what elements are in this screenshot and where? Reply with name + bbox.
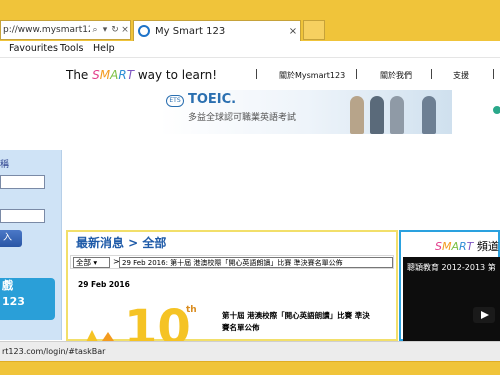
video-player[interactable]: 聰穎教育 2012-2013 第 [403, 257, 500, 341]
toeic-banner[interactable]: ETS TOEIC. 多益全球認可職業英語考試 [160, 90, 452, 134]
tagline-letter: T [126, 68, 135, 82]
username-label: 稱 [0, 160, 10, 170]
tagline-letter: R [118, 68, 127, 82]
person-figure [422, 96, 436, 134]
menu-favourites[interactable]: Favourites [9, 43, 58, 54]
tab-title: My Smart 123 [155, 25, 226, 37]
tab-mysmart[interactable]: My Smart 123 × [133, 20, 301, 41]
status-url: rt123.com/login/#taskBar [2, 347, 106, 356]
graphic-number: 10 [124, 300, 191, 341]
nav-divider [493, 69, 494, 79]
menu-bar: Favourites Tools Help [0, 41, 500, 58]
address-bar[interactable]: p://www.mysmart12... ⌕ ▾ ↻ × [0, 20, 131, 40]
ets-logo: ETS [166, 95, 184, 107]
login-panel: 稱 入 戲 123 [0, 150, 62, 340]
refresh-icon[interactable]: ↻ [110, 25, 120, 35]
smart-channel-title: SMART 頻道 [435, 238, 499, 254]
menu-help[interactable]: Help [93, 43, 115, 54]
login-button[interactable]: 入 [0, 230, 22, 247]
category-select-value: 全部 [76, 258, 91, 267]
toeic-subtitle: 多益全球認可職業英語考試 [188, 113, 297, 123]
news-item-select[interactable]: 29 Feb 2016: 第十屆 港澳校際「開心英語朗讀」比賽 準決賽名單公佈 [119, 257, 393, 268]
menu-tools[interactable]: Tools [60, 43, 83, 54]
title-letter: A [451, 240, 460, 253]
username-input[interactable] [0, 175, 45, 189]
person-figure [370, 96, 384, 134]
title-letter: S [435, 240, 442, 253]
address-text[interactable]: p://www.mysmart12... [3, 25, 90, 35]
dropdown-icon[interactable]: ▾ [100, 25, 110, 35]
promo-line: 戲 [2, 279, 13, 292]
taskbar [0, 361, 500, 375]
person-figure [390, 96, 404, 134]
title-text: 頻道 [473, 240, 499, 253]
smart-channel-panel: SMART 頻道 聰穎教育 2012-2013 第 [399, 230, 500, 341]
nav-link-about-us[interactable]: 關於我們 [380, 70, 412, 81]
side-icon[interactable] [493, 106, 500, 114]
news-item-select-value: 29 Feb 2016: 第十屆 港澳校際「開心英語朗讀」比賽 準決賽名單公佈 [122, 259, 343, 267]
ie-favicon-icon [138, 25, 150, 37]
close-icon[interactable]: × [120, 25, 130, 35]
site-tagline: The SMART way to learn! [66, 68, 217, 82]
tab-close-icon[interactable]: × [286, 26, 300, 37]
search-icon[interactable]: ⌕ [90, 25, 100, 35]
page-content: The SMART way to learn! 關於Mysmart123 關於我… [0, 58, 500, 341]
news-title[interactable]: 第十屆 港澳校際「開心英語朗讀」比賽 準決賽名單公佈 [222, 310, 377, 334]
password-input[interactable] [0, 209, 45, 223]
tagline-text: The [66, 68, 93, 82]
news-filter-bar: 全部 ▾ > 29 Feb 2016: 第十屆 港澳校際「開心英語朗讀」比賽 準… [70, 255, 394, 269]
promo-badge[interactable]: 戲 123 [0, 278, 55, 320]
tenth-anniversary-graphic: 10 th [86, 300, 197, 341]
new-tab-button[interactable] [303, 20, 325, 40]
toeic-brand: TOEIC. [188, 92, 237, 107]
promo-line: 123 [2, 295, 25, 308]
news-header: 最新消息 > 全部 [76, 236, 167, 250]
person-figure [350, 96, 364, 134]
nav-link-support[interactable]: 支援 [453, 70, 469, 81]
news-date: 29 Feb 2016 [78, 280, 130, 289]
nav-link-about-mysmart[interactable]: 關於Mysmart123 [279, 70, 345, 81]
tagline-letter: S [92, 68, 100, 82]
play-icon[interactable] [473, 307, 495, 323]
nav-divider [356, 69, 357, 79]
graphic-suffix: th [186, 305, 197, 315]
tagline-letter: M [99, 68, 111, 82]
title-letter: R [459, 240, 467, 253]
news-panel: 最新消息 > 全部 全部 ▾ > 29 Feb 2016: 第十屆 港澳校際「開… [66, 230, 398, 341]
tagline-text: way to learn! [134, 68, 217, 82]
video-title: 聰穎教育 2012-2013 第 [407, 263, 496, 272]
nav-divider [256, 69, 257, 79]
category-select[interactable]: 全部 ▾ [73, 257, 110, 268]
nav-divider [431, 69, 432, 79]
status-bar: rt123.com/login/#taskBar [0, 341, 500, 361]
